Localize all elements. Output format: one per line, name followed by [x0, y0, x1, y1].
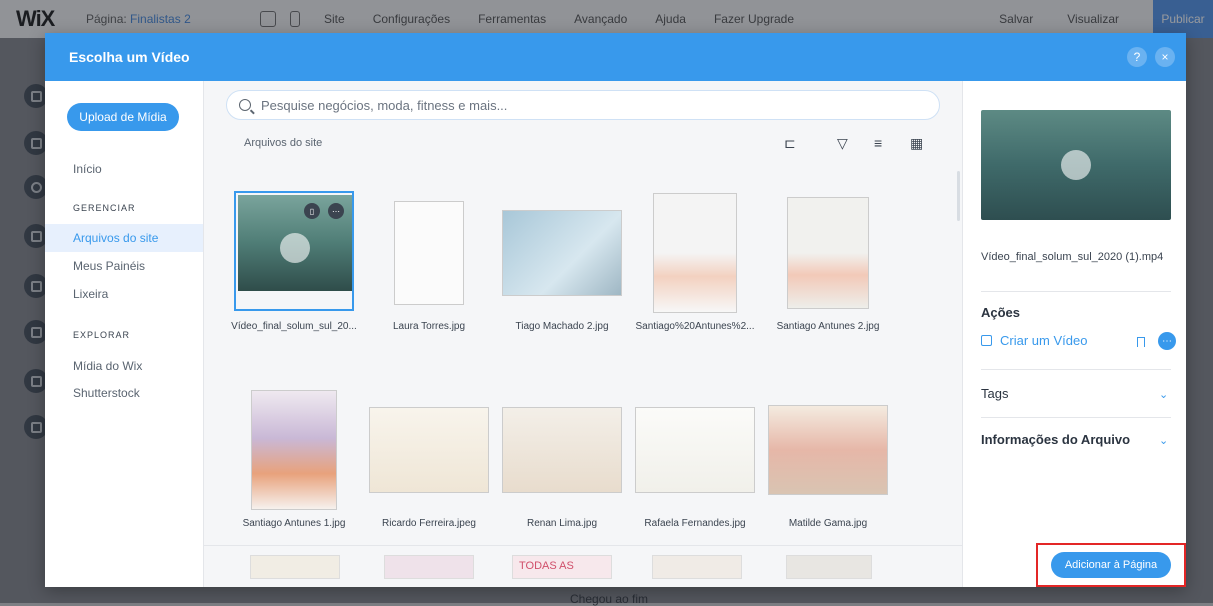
- sidebar-item-trash[interactable]: Lixeira: [73, 287, 108, 301]
- sidebar-item-shutterstock[interactable]: Shutterstock: [73, 386, 140, 400]
- create-video-label: Criar um Vídeo: [1000, 333, 1088, 348]
- media-item-image[interactable]: [234, 390, 354, 510]
- file-details-panel: Vídeo_final_solum_sul_2020 (1).mp4 Ações…: [963, 81, 1186, 587]
- sidebar-item-home[interactable]: Início: [73, 162, 102, 176]
- media-item-partial[interactable]: TODAS AS: [512, 555, 612, 579]
- play-icon[interactable]: [1061, 150, 1091, 180]
- file-name: Tiago Machado 2.jpg: [515, 321, 609, 332]
- play-square-icon: [981, 335, 992, 346]
- media-item-partial[interactable]: [786, 555, 872, 579]
- media-item-partial[interactable]: [652, 555, 742, 579]
- file-name: Santiago Antunes 1.jpg: [242, 518, 346, 529]
- file-name: Renan Lima.jpg: [526, 518, 598, 529]
- manage-heading: GERENCIAR: [73, 203, 136, 213]
- sort-icon[interactable]: ≡: [874, 135, 882, 151]
- scrollbar[interactable]: [957, 171, 960, 221]
- dialog-title: Escolha um Vídeo: [69, 49, 190, 65]
- file-name: Santiago Antunes 2.jpg: [776, 321, 880, 332]
- footer-divider: [203, 545, 963, 546]
- tags-section[interactable]: Tags: [981, 386, 1008, 401]
- divider: [981, 291, 1171, 292]
- new-folder-icon[interactable]: ⊏: [784, 135, 796, 152]
- sidebar-item-site-files[interactable]: Arquivos do site: [73, 231, 158, 245]
- media-item-image[interactable]: [768, 193, 888, 313]
- upload-media-button[interactable]: Upload de Mídia: [67, 103, 179, 131]
- breadcrumb: Arquivos do site: [244, 137, 323, 149]
- close-button[interactable]: ×: [1155, 47, 1175, 67]
- sidebar-item-wix-media[interactable]: Mídia do Wix: [73, 359, 142, 373]
- media-item-partial[interactable]: [250, 555, 340, 579]
- bookmark-icon[interactable]: ▯: [304, 203, 320, 219]
- chevron-down-icon[interactable]: ⌄: [1159, 388, 1168, 401]
- selected-file-name: Vídeo_final_solum_sul_2020 (1).mp4: [981, 251, 1164, 263]
- file-info-section[interactable]: Informações do Arquivo: [981, 432, 1130, 447]
- media-item-image[interactable]: [768, 390, 888, 510]
- media-item-image[interactable]: [502, 193, 622, 313]
- media-item-partial[interactable]: [384, 555, 474, 579]
- add-to-page-button[interactable]: Adicionar à Página: [1051, 552, 1171, 578]
- more-options-icon[interactable]: ⋯: [328, 203, 344, 219]
- search-icon: [239, 99, 251, 111]
- media-item-image[interactable]: [502, 390, 622, 510]
- media-item-image[interactable]: [635, 390, 755, 510]
- play-icon: [280, 233, 310, 263]
- media-item-image[interactable]: [369, 390, 489, 510]
- search-input[interactable]: Pesquise negócios, moda, fitness e mais.…: [226, 90, 940, 120]
- search-placeholder: Pesquise negócios, moda, fitness e mais.…: [261, 97, 508, 113]
- video-preview[interactable]: [981, 110, 1171, 220]
- sidebar-item-my-panels[interactable]: Meus Painéis: [73, 259, 145, 273]
- explore-heading: EXPLORAR: [73, 330, 131, 340]
- file-name: Laura Torres.jpg: [392, 321, 466, 332]
- media-sidebar: Upload de Mídia Início GERENCIAR Arquivo…: [45, 81, 203, 587]
- create-video-link[interactable]: Criar um Vídeo: [981, 333, 1087, 348]
- grid-view-icon[interactable]: ▦: [910, 135, 923, 152]
- divider: [981, 417, 1171, 418]
- dialog-header: Escolha um Vídeo: [45, 33, 1186, 81]
- choose-video-dialog: Escolha um Vídeo ? × Upload de Mídia Iní…: [45, 33, 1186, 587]
- file-name: Rafaela Fernandes.jpg: [644, 518, 746, 529]
- chevron-down-icon[interactable]: ⌄: [1159, 434, 1168, 447]
- media-item-video[interactable]: ▯ ⋯: [234, 191, 354, 311]
- actions-heading: Ações: [981, 305, 1021, 320]
- media-item-image[interactable]: [635, 193, 755, 313]
- media-item-image[interactable]: [369, 193, 489, 313]
- file-name: Matilde Gama.jpg: [788, 518, 868, 529]
- divider: [981, 369, 1171, 370]
- bookmark-icon[interactable]: [1137, 337, 1145, 347]
- file-name: Ricardo Ferreira.jpeg: [382, 518, 476, 529]
- add-to-page-highlight: Adicionar à Página: [1036, 543, 1186, 587]
- file-name: Vídeo_final_solum_sul_20...: [231, 321, 357, 332]
- filter-icon[interactable]: ▽: [837, 135, 848, 152]
- help-button[interactable]: ?: [1127, 47, 1147, 67]
- more-options-button[interactable]: ⋯: [1158, 332, 1176, 350]
- file-name: Santiago%20Antunes%2...: [635, 321, 755, 332]
- media-grid-area: Pesquise negócios, moda, fitness e mais.…: [203, 81, 963, 587]
